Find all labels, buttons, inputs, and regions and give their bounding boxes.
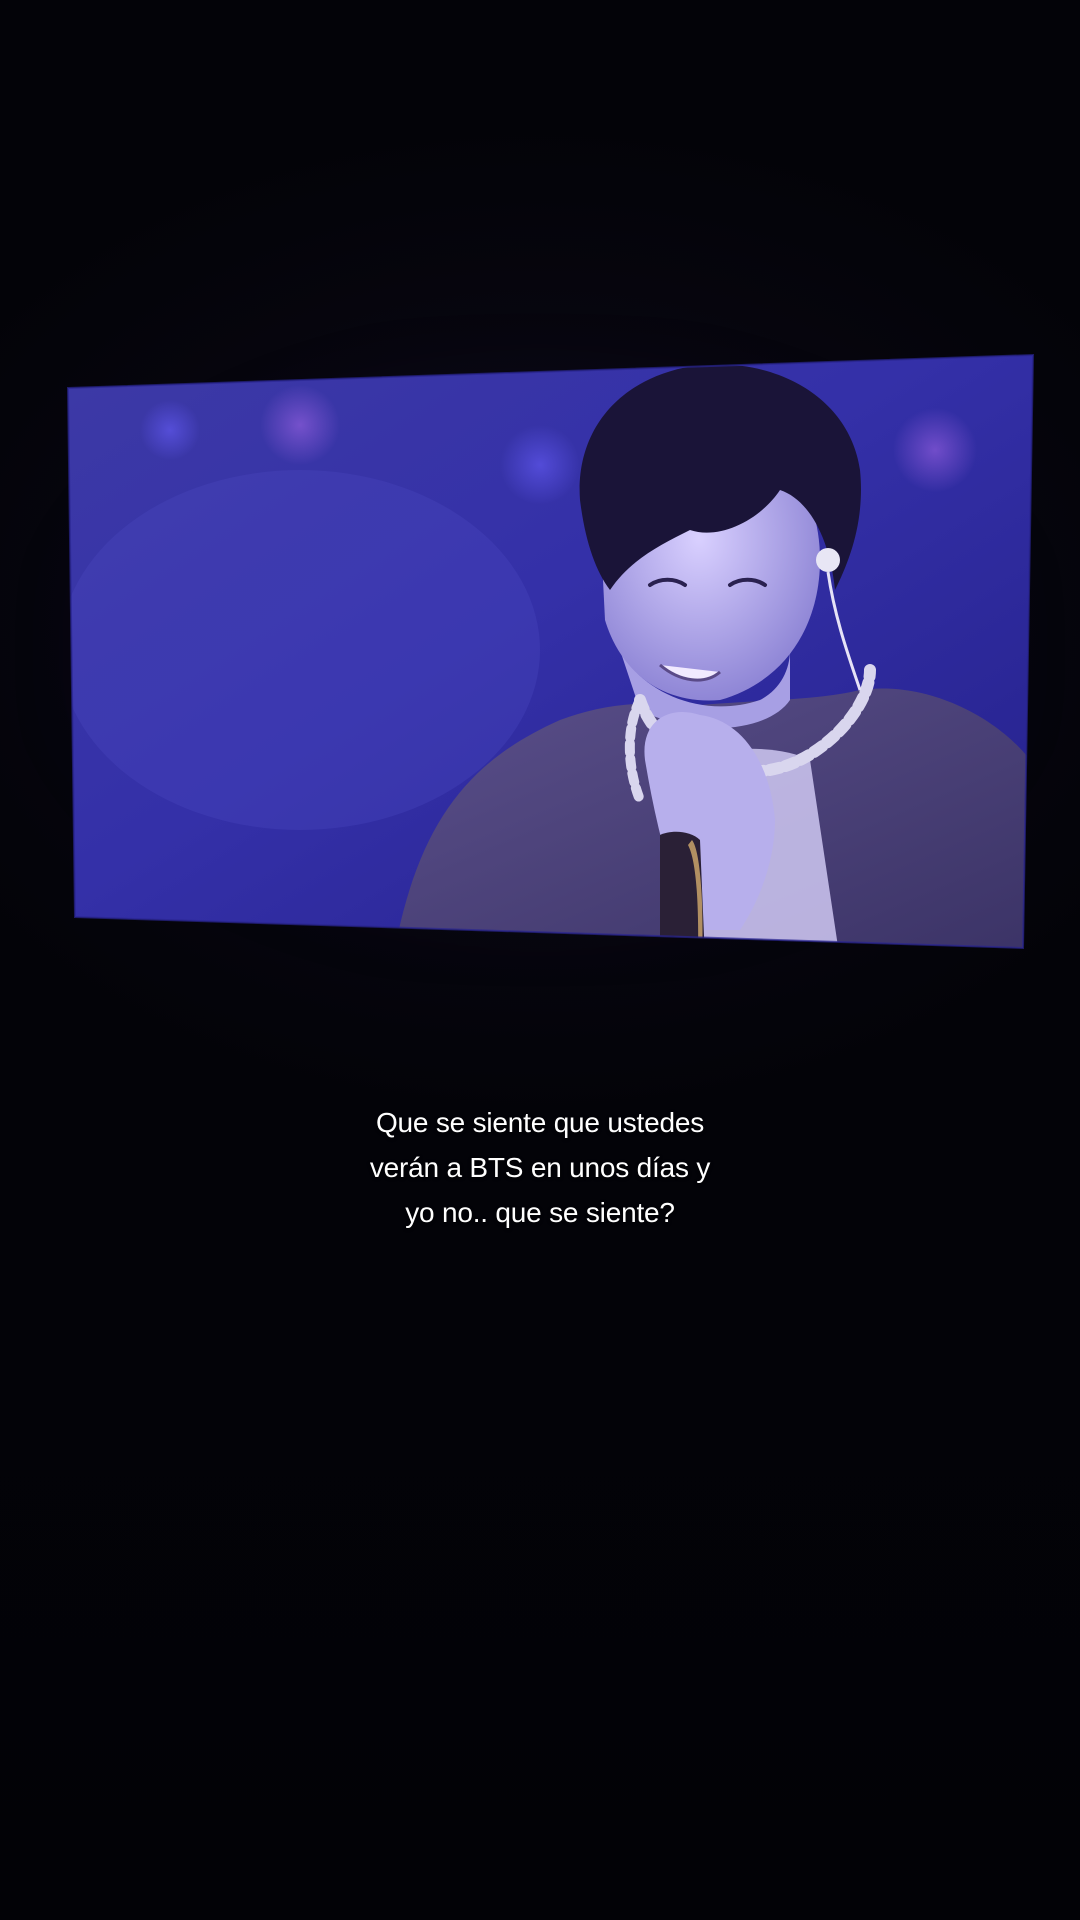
- bokeh-light: [140, 400, 200, 460]
- video-frame: Que se siente que ustedes verán a BTS en…: [0, 0, 1080, 1920]
- bokeh-light: [260, 385, 340, 465]
- caption-text: Que se siente que ustedes verán a BTS en…: [369, 1107, 711, 1228]
- bokeh-light: [500, 425, 580, 505]
- bokeh-light: [893, 408, 977, 492]
- screen-content: [68, 355, 1033, 948]
- in-ear-monitor: [816, 548, 840, 572]
- floor-shade: [0, 1300, 1080, 1920]
